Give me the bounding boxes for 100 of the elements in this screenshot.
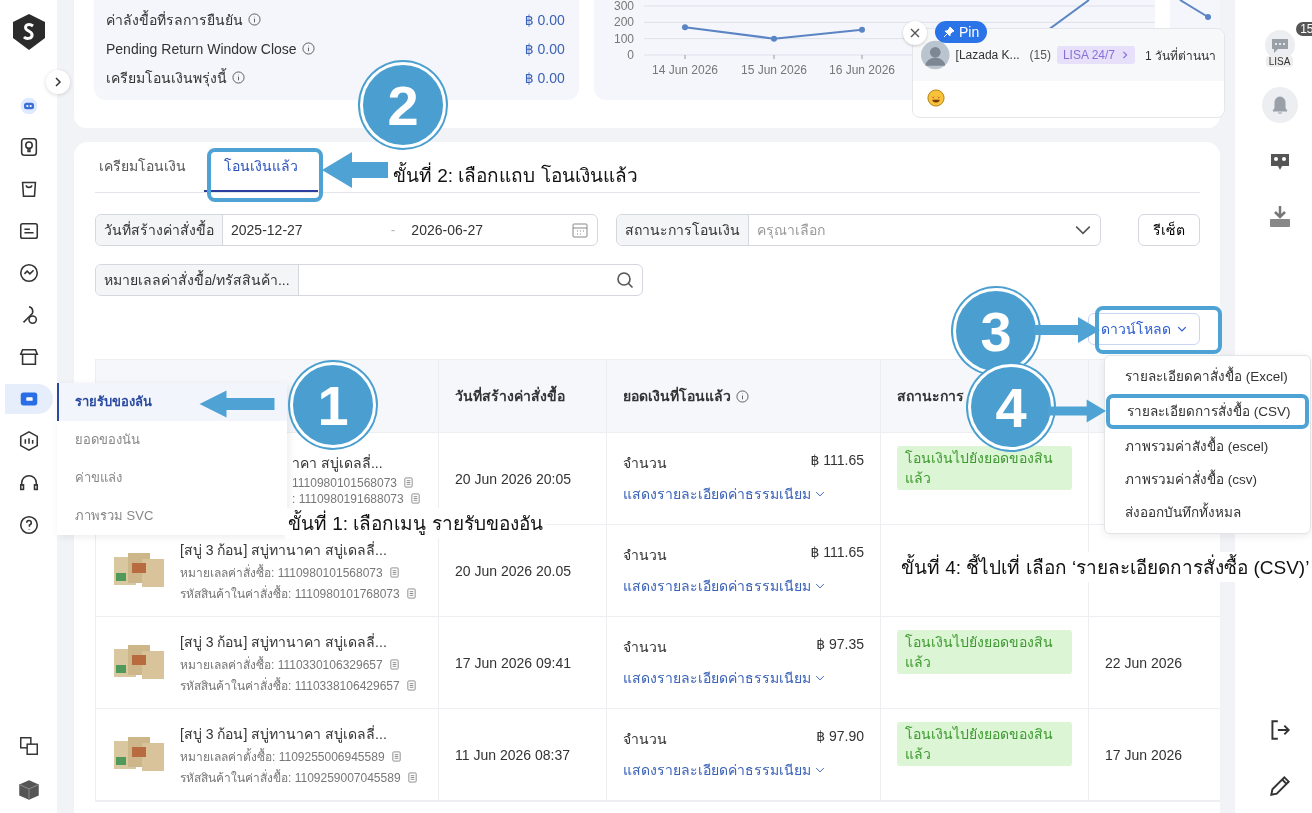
reset-button[interactable]: รีเซ็ต xyxy=(1138,214,1200,246)
chevron-icon xyxy=(53,77,63,87)
submenu-item[interactable]: ภาพรวม SVC xyxy=(57,497,287,535)
order-number: หมายเลลค่าสั่งซื้อ: 1110980101568073 xyxy=(180,563,383,582)
order-number: 1110980101568073 xyxy=(292,475,397,490)
status-tag: โอนเงินไปยังยอดของสิน แล้ว xyxy=(897,630,1072,674)
chevron-down-icon xyxy=(814,765,825,775)
menu-item[interactable]: ส่งออกบันทึกทั้งหมล xyxy=(1105,496,1310,529)
fee-details-link[interactable]: แสดงรายละเอียดค่าธรรมเนียม xyxy=(623,667,864,689)
amount-value: ฿ 97.35 xyxy=(816,636,864,654)
table-cell: 17 Jun 2026 xyxy=(1105,746,1183,763)
axis-tick: 100 xyxy=(613,31,634,46)
translate-icon[interactable] xyxy=(17,735,40,757)
axis-tick: 200 xyxy=(613,15,634,30)
axis-label: 14 Jun 2026 xyxy=(651,63,718,77)
copy-icon[interactable] xyxy=(388,658,400,670)
bell-icon[interactable] xyxy=(1261,87,1298,123)
column-header: ยอดเงินที่โอนแล้ว xyxy=(623,385,731,406)
step-caption: ขั้นที่ 1: เลือกเมนู รายรับของอัน xyxy=(285,508,546,538)
collapse-button[interactable] xyxy=(46,70,70,94)
summary-label: ค่าลังขื้อที่รลการยืนยัน xyxy=(106,9,243,30)
table-cell: 17 Jun 2026 09:41 xyxy=(455,654,571,671)
fee-details-link[interactable]: แสดงรายละเอียดค่าธรรมเนียม xyxy=(623,575,864,597)
table-cell: 20 Jun 2026 20:05 xyxy=(455,470,571,487)
data-point xyxy=(770,35,777,42)
status-tag: โอนเงินไปยังยอดของสิน แล้ว xyxy=(897,722,1072,766)
info-icon[interactable] xyxy=(248,13,261,26)
chevron-down-icon xyxy=(814,673,825,683)
menu-item[interactable]: รายละเอียดคาสั่งขื้อ (Excel) xyxy=(1105,360,1310,393)
product-title[interactable]: [สบู่ 3 ก้อน] สบู่ทานาคา สบู่เดลลี่... xyxy=(180,630,417,653)
amount-label: จำนวน xyxy=(623,454,667,473)
axis-tick: 0 xyxy=(627,48,634,62)
status-dropdown[interactable]: สถานะการโอนเงิน ครุณาเลือก xyxy=(616,214,1101,246)
fee-details-link[interactable]: แสดงรายละเอียดค่าธรรมเนียม xyxy=(623,759,864,781)
amount-label: จำนวน xyxy=(623,638,667,657)
chart-icon[interactable] xyxy=(17,262,40,284)
chat-count: (15) xyxy=(1029,48,1051,62)
status-tag: โอนเงินไปยังยอดของสิน แล้ว xyxy=(897,446,1072,490)
copy-icon[interactable] xyxy=(405,679,417,691)
emoji-icon xyxy=(927,89,945,107)
tab[interactable]: โอนเงินแล้ว xyxy=(204,142,318,192)
help-icon[interactable] xyxy=(17,514,40,536)
summary-value: ฿ 0.00 xyxy=(524,11,565,28)
pointer-arrow xyxy=(322,150,388,190)
product-title[interactable]: าคา สบู่เดลลี่... xyxy=(292,451,421,474)
amount-label: จำนวน xyxy=(623,730,667,749)
step-caption: ขั้นที่ 4: ชี้ไปเที่ เลือก ‘รายละเอียดการสั่งซื้อ (CSV)’ xyxy=(898,552,1312,582)
copy-icon[interactable] xyxy=(403,477,414,488)
info-icon[interactable] xyxy=(301,42,315,55)
axis-label: 15 Jun 2026 xyxy=(740,63,807,77)
copy-icon[interactable] xyxy=(388,566,400,578)
chevron-down-icon xyxy=(814,489,825,499)
chevron-down-icon xyxy=(814,581,825,591)
product-code: รหัสสินค้าในค่าสั่งขื้อ: 1109259007045589 xyxy=(180,768,401,787)
amount-label: จำนวน xyxy=(623,546,667,565)
menu-item[interactable]: ภาพรวมค่าสั่งขื้อ (csv) xyxy=(1105,463,1310,496)
close-icon xyxy=(910,28,920,38)
info-icon[interactable] xyxy=(736,389,749,403)
copy-icon[interactable] xyxy=(390,750,402,762)
axis-label: 16 Jun 2026 xyxy=(828,63,895,77)
pointer-arrow xyxy=(1034,315,1100,345)
copy-icon[interactable] xyxy=(409,493,421,504)
product-code: รหัสสินค้าในค่าสั่งซื้อ: 1110338106429657 xyxy=(180,676,400,695)
store-icon[interactable] xyxy=(17,346,40,368)
menu-item[interactable]: รายละเอียดการสั่งขื้อ (CSV) xyxy=(1107,395,1308,428)
avatar xyxy=(921,39,950,71)
chat-name: [Lazada K... xyxy=(955,48,1020,62)
submenu-item[interactable]: ค่าขแล่ง xyxy=(57,459,287,497)
search-icon[interactable] xyxy=(616,271,634,289)
copy-icon[interactable] xyxy=(405,587,417,599)
product-code: : 1110980191688073 xyxy=(292,491,404,506)
product-title[interactable]: [สบู่ 3 ก้อน] สบู่ทานาคา สบู่เดลลี่... xyxy=(180,538,417,561)
search-field[interactable]: หมายเลลค่าสั่งขื้อ/ทรัสสินค้า... xyxy=(95,264,643,296)
robot-icon[interactable] xyxy=(18,96,39,116)
amount-value: ฿ 97.90 xyxy=(816,728,864,746)
amount-value: ฿ 111.65 xyxy=(810,544,864,562)
data-point xyxy=(681,24,688,31)
chevron-icon xyxy=(1121,51,1129,59)
fee-details-link[interactable]: แสดงรายละเอียดค่าธรรมเนียม xyxy=(623,483,864,505)
chevron-down-icon xyxy=(1177,324,1187,334)
hexagon-icon[interactable] xyxy=(17,430,40,452)
amount-value: ฿ 111.65 xyxy=(810,452,864,470)
tab[interactable]: เครียมโอนเงิน xyxy=(95,142,190,192)
summary-value: ฿ 0.00 xyxy=(524,69,565,86)
product-title[interactable]: [สบู่ 3 ก้อน] สบู่ทานาคา สบู่เดลลี่... xyxy=(180,722,418,745)
submenu-item[interactable]: ยอดของนัน xyxy=(57,421,287,459)
pin-icon xyxy=(943,26,955,38)
copy-icon[interactable] xyxy=(406,771,418,783)
download-button[interactable]: ดาวน์โหลด xyxy=(1088,313,1200,345)
summary-value: ฿ 0.00 xyxy=(524,40,565,57)
pin-button[interactable]: Pin xyxy=(935,21,988,43)
document-icon[interactable] xyxy=(17,220,40,242)
menu-item[interactable]: ภาพรวมค่าสังขื้อ (escel) xyxy=(1105,430,1310,463)
info-icon[interactable] xyxy=(232,71,245,84)
data-point xyxy=(858,26,865,33)
calendar-icon[interactable] xyxy=(571,221,589,239)
column-header: สถานะการ xyxy=(897,387,964,406)
product-code: รหัสสินค้าในค่าสั่งซื้อ: 1110980101768073 xyxy=(180,584,400,603)
table-cell: 22 Jun 2026 xyxy=(1105,654,1183,671)
date-range-field[interactable]: วันที่สร้างค่าสั่งขื้อ 2025-12-27 - 2026-06-27 xyxy=(95,214,598,246)
